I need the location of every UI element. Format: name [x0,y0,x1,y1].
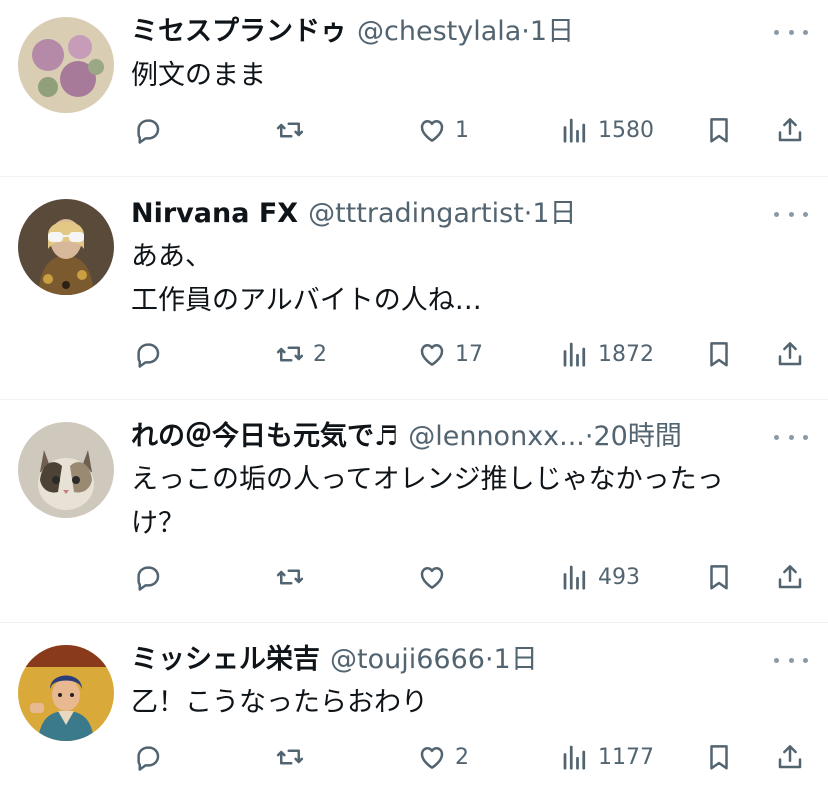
timestamp[interactable]: 1日 [532,196,576,232]
display-name[interactable]: Nirvana FX [131,196,298,232]
views-icon [560,339,590,369]
separator: · [584,421,594,452]
action-bar: 1 1580 [0,110,828,150]
reply-button[interactable] [133,557,171,597]
tweet[interactable]: ミセスプランドゥ @chestylala · 1日 例文のまま 1 1580 [0,0,828,176]
bookmark-icon [704,339,734,369]
more-icon[interactable] [774,648,808,672]
bookmark-icon [704,562,734,592]
bookmark-icon [704,742,734,772]
views-button[interactable]: 1177 [560,737,654,777]
display-name[interactable]: れの＠今日も元気で♬ [131,419,398,455]
tweet-header: ミセスプランドゥ @chestylala · 1日 [131,14,768,50]
share-icon [775,742,805,772]
display-name[interactable]: ミセスプランドゥ [131,14,347,50]
like-button[interactable]: 17 [417,334,483,374]
like-button[interactable]: 1 [417,110,469,150]
tweet-text: 乙！こうなったらおわり [131,687,428,718]
like-count: 1 [455,117,469,143]
share-button[interactable] [775,737,805,777]
reply-button[interactable] [133,110,171,150]
reply-icon [133,742,163,772]
timestamp[interactable]: 1日 [494,642,538,678]
views-button[interactable]: 1580 [560,110,654,150]
views-button[interactable]: 1872 [560,334,654,374]
retweet-icon [275,339,305,369]
action-bar: 2 17 1872 [0,334,828,374]
views-icon [560,115,590,145]
retweet-button[interactable]: 2 [275,334,327,374]
views-count: 493 [598,564,640,590]
timestamp[interactable]: 20時間 [594,419,682,455]
bookmark-button[interactable] [704,110,734,150]
bookmark-button[interactable] [704,737,734,777]
retweet-icon [275,562,305,592]
share-icon [775,562,805,592]
tweet-header: れの＠今日も元気で♬ @lennonxx... · 20時間 [131,419,768,455]
share-button[interactable] [775,557,805,597]
bookmark-icon [704,115,734,145]
views-count: 1580 [598,117,654,143]
reply-icon [133,562,163,592]
avatar[interactable] [18,199,114,295]
action-bar: 2 1177 [0,737,828,777]
tweet-text: 例文のまま [131,60,266,91]
separator: · [523,198,533,229]
views-count: 1177 [598,744,654,770]
action-bar: 493 [0,557,828,597]
retweet-icon [275,115,305,145]
share-button[interactable] [775,334,805,374]
separator: · [521,16,530,47]
more-icon[interactable] [774,202,808,226]
reply-icon [133,115,163,145]
views-button[interactable]: 493 [560,557,640,597]
like-count: 2 [455,744,469,770]
reply-button[interactable] [133,334,171,374]
retweet-icon [275,742,305,772]
tweet-header: ミッシェル栄吉 @touji6666 · 1日 [131,642,768,678]
views-icon [560,562,590,592]
bookmark-button[interactable] [704,334,734,374]
tweet-text: えっこの垢の人ってオレンジ推しじゃなかったっ け？ [131,464,724,539]
display-name[interactable]: ミッシェル栄吉 [131,642,320,678]
share-icon [775,339,805,369]
timestamp[interactable]: 1日 [530,14,574,50]
user-handle[interactable]: @touji6666 [330,642,485,678]
like-button[interactable] [417,557,455,597]
user-handle[interactable]: @lennonxx... [408,419,585,455]
avatar[interactable] [18,645,114,741]
more-icon[interactable] [774,20,808,44]
retweet-button[interactable] [275,737,313,777]
retweet-count: 2 [313,341,327,367]
user-handle[interactable]: @chestylala [357,14,521,50]
share-button[interactable] [775,110,805,150]
more-icon[interactable] [774,425,808,449]
like-button[interactable]: 2 [417,737,469,777]
tweet-header: Nirvana FX @tttradingartist · 1日 [131,196,768,232]
retweet-button[interactable] [275,557,313,597]
heart-icon [417,339,447,369]
tweet[interactable]: Nirvana FX @tttradingartist · 1日 ああ、 工作員… [0,177,828,399]
user-handle[interactable]: @tttradingartist [308,196,524,232]
like-count: 17 [455,341,483,367]
heart-icon [417,115,447,145]
reply-button[interactable] [133,737,171,777]
retweet-button[interactable] [275,110,313,150]
share-icon [775,115,805,145]
heart-icon [417,562,447,592]
heart-icon [417,742,447,772]
avatar[interactable] [18,422,114,518]
bookmark-button[interactable] [704,557,734,597]
tweet[interactable]: れの＠今日も元気で♬ @lennonxx... · 20時間 えっこの垢の人って… [0,400,828,622]
reply-icon [133,339,163,369]
tweet-text: ああ、 工作員のアルバイトの人ね… [131,241,482,316]
avatar[interactable] [18,17,114,113]
tweet[interactable]: ミッシェル栄吉 @touji6666 · 1日 乙！こうなったらおわり 2 11… [0,623,828,791]
views-icon [560,742,590,772]
separator: · [484,644,494,675]
views-count: 1872 [598,341,654,367]
